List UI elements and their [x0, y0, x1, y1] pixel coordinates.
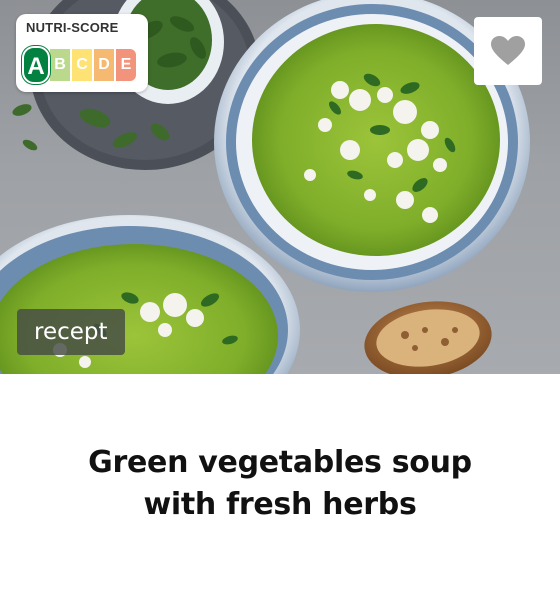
- recipe-title[interactable]: Green vegetables soup with fresh herbs: [40, 442, 520, 526]
- nutri-grade-a-selected: A: [22, 46, 50, 84]
- category-tag: recept: [17, 309, 125, 355]
- nutri-score-title: NUTRI-SCORE: [26, 20, 119, 35]
- nutri-grade-d: D: [94, 49, 114, 81]
- recipe-title-line-1: Green vegetables soup: [88, 445, 472, 480]
- nutri-score-badge: NUTRI-SCORE B C D E A: [16, 14, 148, 92]
- nutri-grade-c: C: [72, 49, 92, 81]
- nutri-grade-e: E: [116, 49, 136, 81]
- favorite-button[interactable]: [474, 17, 542, 85]
- recipe-card[interactable]: NUTRI-SCORE B C D E A recept Green veget…: [0, 0, 560, 590]
- heart-icon: [491, 36, 525, 65]
- recipe-title-line-2: with fresh herbs: [143, 487, 417, 522]
- nutri-score-scale: B C D E A: [22, 46, 144, 84]
- nutri-grade-b: B: [50, 49, 70, 81]
